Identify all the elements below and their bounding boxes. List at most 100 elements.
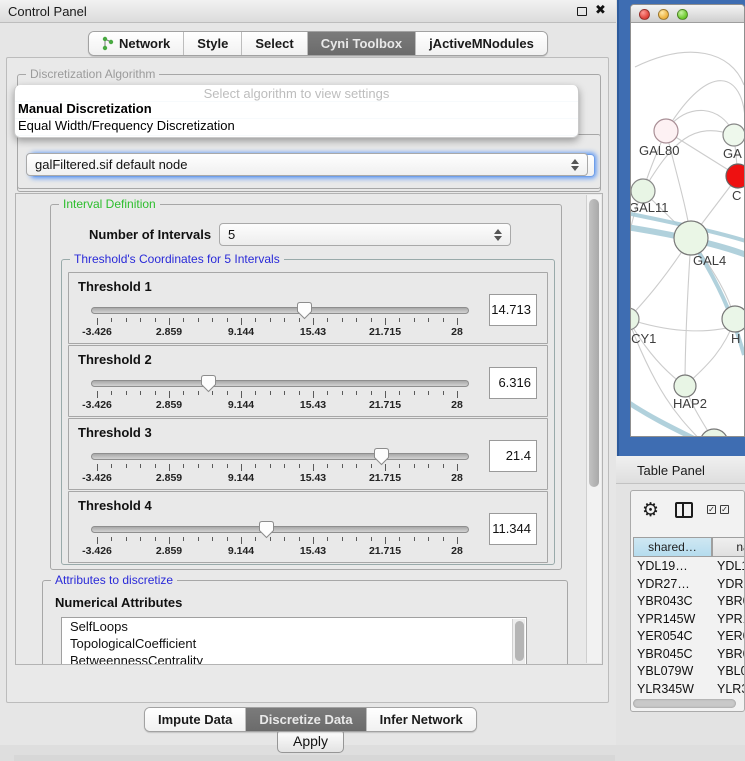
numerical-attributes-list[interactable]: SelfLoopsTopologicalCoefficientBetweenne… xyxy=(61,617,527,665)
network-node[interactable] xyxy=(631,308,639,330)
checkbox-icon[interactable]: ✓ xyxy=(707,505,716,514)
table-row[interactable]: YBL079WYBL0 xyxy=(633,664,744,682)
table-panel-box: ⚙ ✓ ✓ shared… na YDL19…YDL1YDR27…YDR2YBR… xyxy=(630,490,745,712)
scale-label: 2.859 xyxy=(156,399,182,411)
close-traffic-light-icon[interactable] xyxy=(639,9,650,20)
list-scrollbar[interactable] xyxy=(512,619,525,665)
close-icon[interactable]: ✖ xyxy=(595,2,606,18)
slider-thumb[interactable] xyxy=(200,374,217,393)
apply-button[interactable]: Apply xyxy=(277,729,344,753)
thresholds-group: Threshold's Coordinates for 5 Intervals … xyxy=(61,259,555,565)
tab-cyni-toolbox[interactable]: Cyni Toolbox xyxy=(308,32,416,55)
threshold-slider[interactable]: -3.4262.8599.14415.4321.71528 xyxy=(91,374,483,414)
tab-network[interactable]: Network xyxy=(89,32,184,55)
divider xyxy=(14,755,615,761)
node-label: GAL4 xyxy=(693,253,726,268)
threshold-value-field[interactable]: 11.344 xyxy=(489,513,537,545)
network-window: GAL80GACGAL11GAL4GCY1HHAP2 xyxy=(630,4,745,437)
threshold-slider[interactable]: -3.4262.8599.14415.4321.71528 xyxy=(91,301,483,341)
scale-label: 15.43 xyxy=(300,326,326,338)
column-header-shared-name[interactable]: shared… xyxy=(633,537,712,557)
cyni-toolbox-panel: Discretization Algorithm Table Data galF… xyxy=(6,57,609,703)
network-edge xyxy=(631,319,685,386)
scale-label: 9.144 xyxy=(228,399,254,411)
threshold-slider[interactable]: -3.4262.8599.14415.4321.71528 xyxy=(91,447,483,487)
network-node[interactable] xyxy=(674,375,696,397)
algorithm-option[interactable]: Manual Discretization xyxy=(18,101,152,116)
control-panel: Control Panel ✖ Network StyleSelectCyni T… xyxy=(0,0,616,745)
slider-thumb[interactable] xyxy=(296,301,313,320)
network-node[interactable] xyxy=(674,221,708,255)
attribute-list-item[interactable]: BetweennessCentrality xyxy=(62,652,526,665)
table-row[interactable]: YPR145WYPR1 xyxy=(633,612,744,630)
table-panel: Table Panel ⚙ ✓ ✓ shared… na YDL19…YDL1Y… xyxy=(616,456,745,745)
cell-shared-name: YBR043C xyxy=(637,594,693,608)
threshold-value-field[interactable]: 14.713 xyxy=(489,294,537,326)
threshold-label: Threshold 3 xyxy=(78,425,152,440)
node-table[interactable]: shared… na YDL19…YDL1YDR27…YDR2YBR043CYB… xyxy=(633,537,744,697)
tab-impute-data[interactable]: Impute Data xyxy=(145,708,246,731)
slider-thumb[interactable] xyxy=(373,447,390,466)
intervals-value: 5 xyxy=(228,227,235,242)
tab-jactivemnodules[interactable]: jActiveMNodules xyxy=(416,32,547,55)
network-node[interactable] xyxy=(723,124,744,146)
threshold-value-field[interactable]: 21.4 xyxy=(489,440,537,472)
network-node[interactable] xyxy=(726,164,744,188)
tab-label: jActiveMNodules xyxy=(429,36,534,51)
checkbox-icon[interactable]: ✓ xyxy=(720,505,729,514)
tab-select[interactable]: Select xyxy=(242,32,307,55)
node-label: H xyxy=(731,331,740,346)
threshold-panel: Threshold 1-3.4262.8599.14415.4321.71528… xyxy=(68,272,548,344)
cell-shared-name: YDL19… xyxy=(637,559,688,573)
horizontal-scrollbar[interactable] xyxy=(633,699,736,708)
node-label: GCY1 xyxy=(631,331,656,346)
scale-label: 28 xyxy=(451,399,463,411)
columns-icon[interactable] xyxy=(675,502,693,518)
panel-title: Control Panel xyxy=(8,4,87,19)
column-header-name[interactable]: na xyxy=(712,537,744,557)
vertical-scrollbar[interactable] xyxy=(586,195,601,663)
threshold-panel: Threshold 2-3.4262.8599.14415.4321.71528… xyxy=(68,345,548,417)
table-data-select[interactable]: galFiltered.sif default node xyxy=(26,153,588,176)
network-icon xyxy=(102,36,114,51)
attribute-list-item[interactable]: SelfLoops xyxy=(62,618,526,635)
number-of-intervals-select[interactable]: 5 xyxy=(219,223,511,246)
cell-name: YDL1 xyxy=(717,559,744,573)
cell-shared-name: YBR045C xyxy=(637,647,693,661)
tab-discretize-data[interactable]: Discretize Data xyxy=(246,708,366,731)
table-row[interactable]: YBR043CYBR0 xyxy=(633,594,744,612)
slider-thumb[interactable] xyxy=(258,520,275,539)
network-node[interactable] xyxy=(654,119,678,143)
attribute-list-item[interactable]: TopologicalCoefficient xyxy=(62,635,526,652)
group-title: Attributes to discretize xyxy=(51,573,177,587)
threshold-label: Threshold 4 xyxy=(78,498,152,513)
table-row[interactable]: YER054CYER0 xyxy=(633,629,744,647)
zoom-traffic-light-icon[interactable] xyxy=(677,9,688,20)
tab-infer-network[interactable]: Infer Network xyxy=(367,708,476,731)
network-window-titlebar xyxy=(631,5,744,23)
cell-shared-name: YDR27… xyxy=(637,577,690,591)
gear-icon[interactable]: ⚙ xyxy=(642,499,659,522)
threshold-panel: Threshold 3-3.4262.8599.14415.4321.71528… xyxy=(68,418,548,490)
table-row[interactable]: YBR045CYBR0 xyxy=(633,647,744,665)
cell-name: YPR1 xyxy=(717,612,744,626)
scale-label: 15.43 xyxy=(300,472,326,484)
cell-name: YER0 xyxy=(717,629,744,643)
number-of-intervals-label: Number of Intervals xyxy=(89,227,211,242)
network-canvas[interactable]: GAL80GACGAL11GAL4GCY1HHAP2 xyxy=(631,23,744,437)
cell-shared-name: YBL079W xyxy=(637,664,693,678)
table-row[interactable]: YDL19… YDL1 xyxy=(633,559,744,577)
tab-label: Network xyxy=(119,36,170,51)
threshold-value-field[interactable]: 6.316 xyxy=(489,367,537,399)
cell-name: YLR3 xyxy=(717,682,744,696)
float-window-icon[interactable] xyxy=(577,7,587,16)
threshold-slider[interactable]: -3.4262.8599.14415.4321.71528 xyxy=(91,520,483,560)
scale-label: 9.144 xyxy=(228,472,254,484)
tab-style[interactable]: Style xyxy=(184,32,242,55)
network-node[interactable] xyxy=(722,306,744,332)
table-row[interactable]: YDR27…YDR2 xyxy=(633,577,744,595)
network-node[interactable] xyxy=(700,429,728,437)
table-row[interactable]: YLR345WYLR3 xyxy=(633,682,744,698)
algorithm-option[interactable]: Equal Width/Frequency Discretization xyxy=(18,118,235,133)
minimize-traffic-light-icon[interactable] xyxy=(658,9,669,20)
